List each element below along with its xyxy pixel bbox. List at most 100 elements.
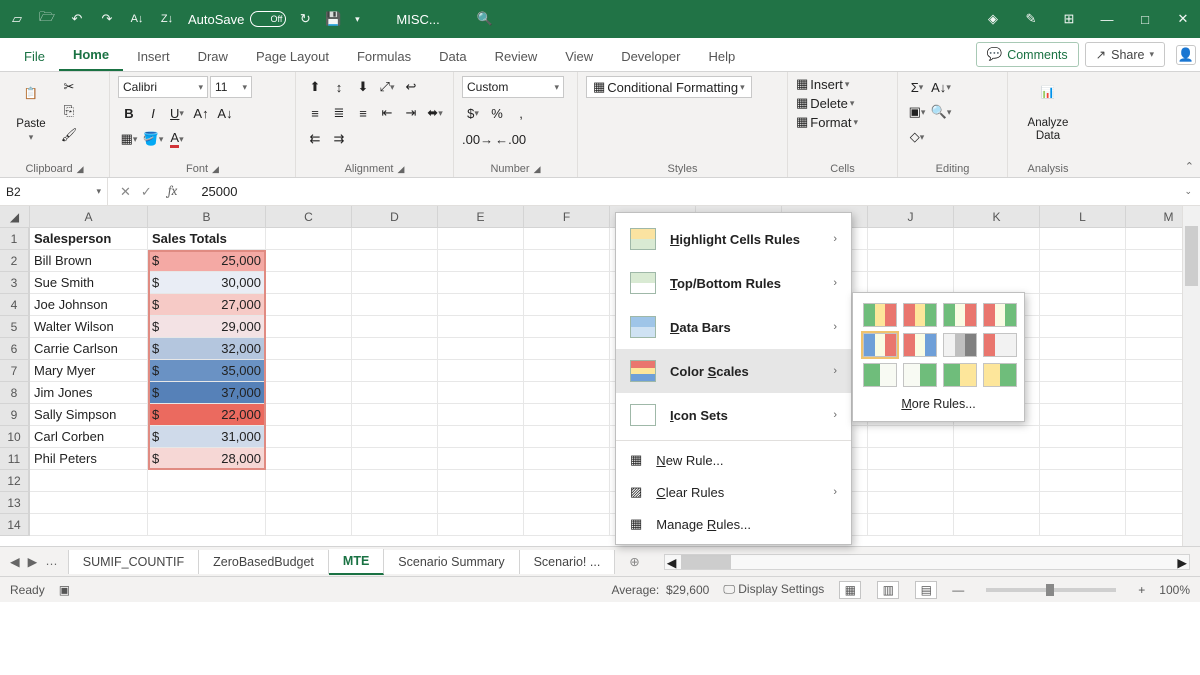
cell[interactable] bbox=[1040, 250, 1126, 272]
cell[interactable] bbox=[524, 448, 610, 470]
cell[interactable] bbox=[524, 272, 610, 294]
color-scale-swatch[interactable] bbox=[903, 303, 937, 327]
zoom-out-button[interactable]: — bbox=[952, 583, 964, 597]
row-header[interactable]: 7 bbox=[0, 360, 29, 382]
increase-decimal-icon[interactable]: .00→ bbox=[462, 128, 493, 150]
cell[interactable] bbox=[266, 492, 352, 514]
comments-button[interactable]: 💬 Comments bbox=[976, 42, 1079, 67]
qat-more-icon[interactable]: ▾ bbox=[348, 10, 366, 28]
color-scale-swatch[interactable] bbox=[903, 333, 937, 357]
align-left-icon[interactable]: ≡ bbox=[304, 102, 326, 124]
sheet-tab[interactable]: SUMIF_COUNTIF bbox=[68, 550, 199, 574]
menu-data-bars[interactable]: Data Bars› bbox=[616, 305, 851, 349]
cell[interactable] bbox=[954, 250, 1040, 272]
color-scale-swatch[interactable] bbox=[943, 333, 977, 357]
row-header[interactable]: 4 bbox=[0, 294, 29, 316]
delete-cells-button[interactable]: ▦ Delete ▾ bbox=[796, 95, 854, 111]
currency-icon[interactable]: $▾ bbox=[462, 102, 484, 124]
zoom-in-button[interactable]: + bbox=[1138, 583, 1145, 597]
name-box[interactable]: B2▾ bbox=[0, 178, 108, 205]
cell[interactable] bbox=[266, 338, 352, 360]
cut-icon[interactable]: ✂ bbox=[58, 76, 80, 98]
cell[interactable] bbox=[352, 360, 438, 382]
dialog-launcher-icon[interactable]: ◢ bbox=[77, 164, 84, 175]
color-scale-swatch[interactable] bbox=[943, 303, 977, 327]
analyze-data-button[interactable]: 📊 Analyze Data bbox=[1016, 76, 1080, 152]
cell[interactable] bbox=[1040, 316, 1126, 338]
cell[interactable] bbox=[352, 228, 438, 250]
color-scale-swatch[interactable] bbox=[863, 363, 897, 387]
cell[interactable] bbox=[352, 426, 438, 448]
borders-button[interactable]: ▦▾ bbox=[118, 128, 140, 150]
tab-page-layout[interactable]: Page Layout bbox=[242, 43, 343, 71]
zoom-value[interactable]: 100% bbox=[1159, 583, 1190, 597]
sheet-nav-more-icon[interactable]: … bbox=[45, 554, 58, 569]
row-header[interactable]: 8 bbox=[0, 382, 29, 404]
cell[interactable] bbox=[438, 492, 524, 514]
tab-help[interactable]: Help bbox=[694, 43, 749, 71]
cell[interactable] bbox=[266, 514, 352, 536]
cell[interactable]: $25,000 bbox=[148, 250, 266, 272]
menu-clear-rules[interactable]: ▨Clear Rules› bbox=[616, 476, 851, 508]
cell[interactable] bbox=[524, 316, 610, 338]
cell[interactable]: Carrie Carlson bbox=[30, 338, 148, 360]
cell[interactable] bbox=[352, 250, 438, 272]
cell[interactable] bbox=[954, 272, 1040, 294]
cell[interactable] bbox=[1040, 228, 1126, 250]
menu-color-scales[interactable]: Color Scales› bbox=[616, 349, 851, 393]
align-middle-icon[interactable]: ↕ bbox=[328, 76, 350, 98]
cell[interactable] bbox=[352, 492, 438, 514]
cell[interactable]: Sally Simpson bbox=[30, 404, 148, 426]
tab-file[interactable]: File bbox=[10, 43, 59, 71]
tab-data[interactable]: Data bbox=[425, 43, 480, 71]
format-painter-icon[interactable]: 🖌 bbox=[58, 124, 80, 146]
fx-icon[interactable]: fx bbox=[168, 184, 178, 200]
cell[interactable] bbox=[266, 382, 352, 404]
view-normal-icon[interactable]: ▦ bbox=[839, 581, 861, 599]
fill-color-button[interactable]: 🪣▾ bbox=[142, 128, 164, 150]
sheet-tab[interactable]: ZeroBasedBudget bbox=[199, 550, 329, 574]
cell[interactable] bbox=[438, 316, 524, 338]
cell[interactable] bbox=[438, 338, 524, 360]
cell[interactable] bbox=[352, 514, 438, 536]
undo-icon[interactable]: ↶ bbox=[68, 10, 86, 28]
row-header[interactable]: 10 bbox=[0, 426, 29, 448]
cell[interactable]: $22,000 bbox=[148, 404, 266, 426]
cell[interactable] bbox=[1040, 514, 1126, 536]
insert-cells-button[interactable]: ▦ Insert ▾ bbox=[796, 76, 849, 92]
cell[interactable] bbox=[438, 228, 524, 250]
cell[interactable]: $29,000 bbox=[148, 316, 266, 338]
close-icon[interactable]: ✕ bbox=[1174, 10, 1192, 28]
percent-icon[interactable]: % bbox=[486, 102, 508, 124]
cell[interactable] bbox=[524, 426, 610, 448]
tab-developer[interactable]: Developer bbox=[607, 43, 694, 71]
dialog-launcher-icon[interactable]: ◢ bbox=[398, 164, 405, 175]
format-cells-button[interactable]: ▦ Format ▾ bbox=[796, 114, 858, 130]
cell[interactable] bbox=[438, 426, 524, 448]
zoom-thumb[interactable] bbox=[1046, 584, 1054, 596]
expand-formula-icon[interactable]: ⌄ bbox=[1176, 186, 1200, 197]
find-icon[interactable]: 🔍▾ bbox=[930, 101, 952, 123]
cancel-formula-icon[interactable]: ✕ bbox=[120, 184, 131, 200]
row-header[interactable]: 13 bbox=[0, 492, 29, 514]
sheet-nav-prev-icon[interactable]: ◀ bbox=[10, 554, 20, 569]
cell[interactable] bbox=[868, 514, 954, 536]
bold-button[interactable]: B bbox=[118, 102, 140, 124]
cell[interactable] bbox=[1040, 426, 1126, 448]
save-icon[interactable]: 💾 bbox=[324, 10, 342, 28]
cell[interactable] bbox=[438, 448, 524, 470]
cell[interactable] bbox=[868, 250, 954, 272]
column-header[interactable]: D bbox=[352, 206, 438, 228]
cell[interactable] bbox=[954, 492, 1040, 514]
column-header[interactable]: E bbox=[438, 206, 524, 228]
cell[interactable] bbox=[868, 228, 954, 250]
cell[interactable]: Jim Jones bbox=[30, 382, 148, 404]
cell[interactable] bbox=[524, 228, 610, 250]
tab-view[interactable]: View bbox=[551, 43, 607, 71]
cell[interactable] bbox=[524, 382, 610, 404]
indent-right-icon[interactable]: ⇉ bbox=[328, 128, 350, 150]
cell[interactable] bbox=[954, 514, 1040, 536]
cell[interactable] bbox=[868, 426, 954, 448]
cell[interactable] bbox=[148, 470, 266, 492]
sheet-tab[interactable]: Scenario! ... bbox=[520, 550, 616, 574]
